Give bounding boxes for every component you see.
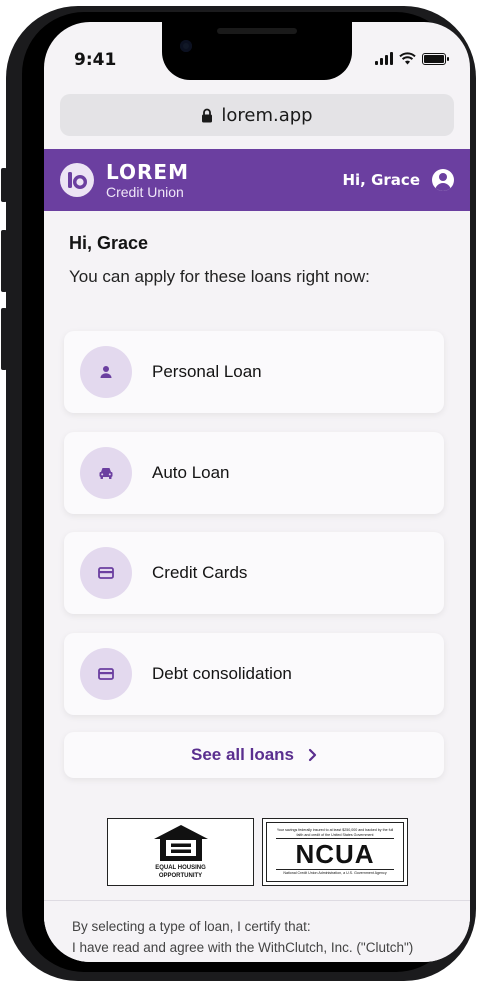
see-all-loans-button[interactable]: See all loans [64,732,444,778]
chevron-right-icon [308,748,317,762]
phone-screen: 9:41 lorem.app LOREM Credit Union Hi, Gr… [44,22,470,962]
user-account-icon[interactable] [432,169,454,191]
ehl-line-1: EQUAL HOUSING [155,865,206,872]
ncua-top-text: Your savings federally insured to at lea… [276,828,394,837]
car-icon [80,447,132,499]
app-header: LOREM Credit Union Hi, Grace [44,149,470,211]
credit-card-icon [80,648,132,700]
lock-icon [202,108,213,122]
volume-up-button [1,230,7,292]
cellular-signal-icon [375,52,393,65]
brand-name: LOREM [106,159,189,184]
ncua-logo-text: NCUA [276,838,394,871]
loan-card-personal[interactable]: Personal Loan [64,331,444,413]
disclaimer-line-1: By selecting a type of loan, I certify t… [72,919,311,934]
loan-card-label: Debt consolidation [152,664,292,683]
ncua-bottom-text: National Credit Union Administration, a … [283,871,387,876]
loan-card-debt-consolidation[interactable]: Debt consolidation [64,633,444,715]
wifi-icon [399,52,416,65]
loan-card-auto[interactable]: Auto Loan [64,432,444,514]
lorem-logo-icon[interactable] [60,163,94,197]
brand-block: LOREM Credit Union [106,162,189,199]
mute-switch [1,168,7,202]
disclaimer-line-2: I have read and agree with the WithClutc… [72,940,414,955]
disclaimer-footer: By selecting a type of loan, I certify t… [44,900,470,962]
main-content: Hi, Grace You can apply for these loans … [44,211,470,923]
battery-icon [422,52,449,65]
loan-card-label: Credit Cards [152,563,248,582]
volume-down-button [1,308,7,370]
address-bar[interactable]: lorem.app [60,94,454,136]
notch [162,22,352,80]
ehl-line-2: OPPORTUNITY [158,872,203,879]
see-all-label: See all loans [191,745,294,764]
loan-card-label: Auto Loan [152,463,230,482]
loan-card-credit-cards[interactable]: Credit Cards [64,532,444,614]
credit-card-icon [80,547,132,599]
header-greeting: Hi, Grace [342,171,420,189]
account-menu[interactable]: Hi, Grace [342,169,454,191]
brand-subtitle: Credit Union [106,183,184,200]
status-icons [375,52,449,65]
loan-card-label: Personal Loan [152,362,262,381]
equal-housing-icon [153,825,208,862]
front-camera [180,40,192,52]
greeting-heading: Hi, Grace [69,233,149,253]
status-time: 9:41 [74,50,117,70]
ncua-badge: Your savings federally insured to at lea… [262,818,408,886]
url-text: lorem.app [221,104,313,126]
person-icon [80,346,132,398]
intro-text: You can apply for these loans right now: [69,267,370,286]
equal-housing-badge: EQUAL HOUSING OPPORTUNITY [107,818,254,886]
